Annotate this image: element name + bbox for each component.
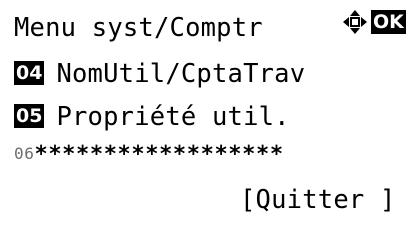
- partial-row-number: 06: [14, 144, 35, 163]
- menu-item-number: 05: [14, 104, 45, 128]
- menu-item-label: Propriété util.: [56, 102, 290, 132]
- partial-row-asterisks: ******************: [34, 142, 284, 167]
- menu-item-user-property[interactable]: 05 Propriété util.: [14, 99, 290, 135]
- ok-key-icon[interactable]: OK: [371, 10, 406, 34]
- partial-menu-row: 06******************: [14, 138, 284, 170]
- menu-item-user-login[interactable]: 04 NomUtil/CptaTrav: [14, 56, 305, 92]
- menu-item-label: NomUtil/CptaTrav: [56, 59, 306, 89]
- lcd-screen: Menu syst/Comptr OK 04 NomUtil/CptaTrav 0…: [0, 0, 420, 223]
- menu-title: Menu syst/Comptr: [14, 13, 263, 43]
- four-way-arrow-icon: [343, 10, 367, 34]
- menu-item-number: 04: [14, 61, 45, 85]
- quit-softkey[interactable]: [Quitter ]: [240, 182, 396, 218]
